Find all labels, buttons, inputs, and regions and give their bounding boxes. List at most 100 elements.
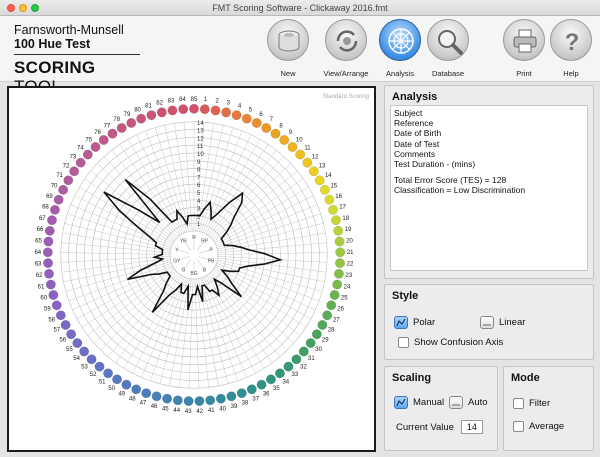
cap-number: 36 — [263, 392, 270, 398]
cap-number: 9 — [289, 130, 293, 136]
database-button[interactable]: Database — [420, 19, 476, 78]
auto-option[interactable]: Auto — [449, 396, 488, 409]
cap-dot — [66, 329, 77, 340]
cap-dot — [329, 290, 340, 300]
cap-number: 35 — [273, 386, 280, 392]
new-icon — [267, 19, 309, 61]
view-arrange-button[interactable]: View/Arrange — [318, 19, 374, 78]
subject-label: Subject — [394, 108, 423, 118]
view-arrange-label: View/Arrange — [323, 69, 369, 78]
tes-value: Total Error Score (TES) = 128 — [394, 175, 507, 186]
brand-line1: Farnsworth-Munsell — [14, 23, 124, 37]
cap-dot — [231, 110, 242, 121]
cap-number: 39 — [231, 404, 238, 410]
cap-dot — [50, 204, 60, 215]
style-panel: Style Polar Linear Show Confusion Axis — [384, 284, 594, 360]
database-label: Database — [431, 69, 465, 78]
cap-dot — [53, 194, 64, 205]
cap-number: 50 — [108, 386, 115, 392]
hue-label: YR — [180, 238, 187, 244]
cap-number: 29 — [322, 338, 329, 344]
cap-number: 65 — [35, 239, 42, 245]
scale-label: 14 — [197, 121, 204, 127]
grid-spoke — [104, 156, 179, 238]
cap-dot — [103, 368, 113, 379]
average-checkbox[interactable]: Average — [513, 421, 564, 432]
cap-dot — [335, 247, 346, 258]
cap-dot — [317, 320, 328, 330]
cap-number: 24 — [344, 285, 351, 291]
cap-dot — [275, 368, 285, 379]
filter-checkbox[interactable]: Filter — [513, 398, 550, 409]
brand-divider — [14, 54, 140, 55]
cap-dot — [107, 128, 118, 139]
cap-dot — [334, 236, 345, 247]
minimize-window-button[interactable] — [19, 4, 27, 12]
cap-number: 31 — [308, 356, 315, 362]
classification-value: Classification = Low Discrimination — [394, 185, 526, 196]
cap-number: 76 — [94, 130, 101, 136]
grid-spoke — [65, 261, 171, 292]
cap-dot — [112, 374, 122, 385]
cap-number: 51 — [99, 379, 106, 385]
linear-icon — [480, 316, 494, 329]
confusion-axis-check[interactable] — [398, 337, 409, 348]
cap-dot — [121, 379, 132, 390]
hue-label: BG — [190, 271, 197, 277]
cap-dot — [311, 329, 322, 340]
cap-number: 83 — [168, 99, 175, 105]
cap-dot — [266, 374, 276, 385]
cap-dot — [322, 310, 333, 321]
cap-number: 72 — [63, 164, 70, 170]
cap-number: 43 — [185, 409, 192, 415]
cap-dot — [236, 388, 247, 399]
filter-label: Filter — [529, 398, 551, 409]
cap-dot — [291, 354, 302, 365]
cap-number: 20 — [346, 239, 353, 245]
linear-option[interactable]: Linear — [480, 316, 525, 329]
analysis-title: Analysis — [392, 91, 438, 103]
scale-label: 6 — [197, 183, 201, 189]
cap-number: 10 — [296, 138, 303, 144]
confusion-axis-checkbox[interactable]: Show Confusion Axis — [398, 337, 503, 348]
help-button[interactable]: ? Help — [543, 19, 599, 78]
average-check[interactable] — [513, 421, 524, 432]
cap-dot — [270, 128, 281, 139]
cap-number: 32 — [300, 364, 307, 370]
hue-label: PB — [208, 259, 215, 265]
new-label: New — [280, 69, 296, 78]
auto-label: Auto — [468, 397, 488, 408]
cap-dot — [261, 123, 272, 133]
cap-number: 5 — [249, 107, 253, 113]
cap-dot — [48, 290, 59, 300]
cap-dot — [146, 110, 157, 121]
cap-number: 78 — [113, 117, 120, 123]
filter-check[interactable] — [513, 398, 524, 409]
close-window-button[interactable] — [7, 4, 15, 12]
current-value-input[interactable]: 14 — [460, 420, 483, 434]
polar-label: Polar — [413, 317, 436, 328]
cap-number: 75 — [85, 138, 92, 144]
window-titlebar: FMT Scoring Software - Clickaway 2016.fm… — [0, 0, 600, 16]
new-button[interactable]: New — [260, 19, 316, 78]
cap-number: 30 — [315, 347, 322, 353]
polar-option[interactable]: Polar — [394, 316, 435, 329]
cap-number: 58 — [48, 317, 55, 323]
cap-number: 4 — [238, 104, 242, 110]
current-value-row: Current Value 14 — [396, 420, 483, 434]
cap-number: 66 — [37, 227, 44, 233]
cap-dot — [167, 105, 178, 116]
cap-number: 33 — [292, 372, 299, 378]
manual-option[interactable]: Manual — [394, 396, 444, 409]
cap-number: 64 — [34, 250, 41, 256]
cap-number: 14 — [325, 173, 332, 179]
zoom-window-button[interactable] — [31, 4, 39, 12]
cap-dot — [82, 149, 93, 160]
cap-number: 2 — [215, 99, 219, 105]
cap-dot — [326, 300, 337, 311]
cap-dot — [43, 258, 53, 269]
cap-number: 74 — [77, 146, 84, 152]
cap-number: 71 — [56, 173, 63, 179]
cap-number: 22 — [347, 262, 354, 268]
cap-number: 77 — [104, 123, 111, 129]
